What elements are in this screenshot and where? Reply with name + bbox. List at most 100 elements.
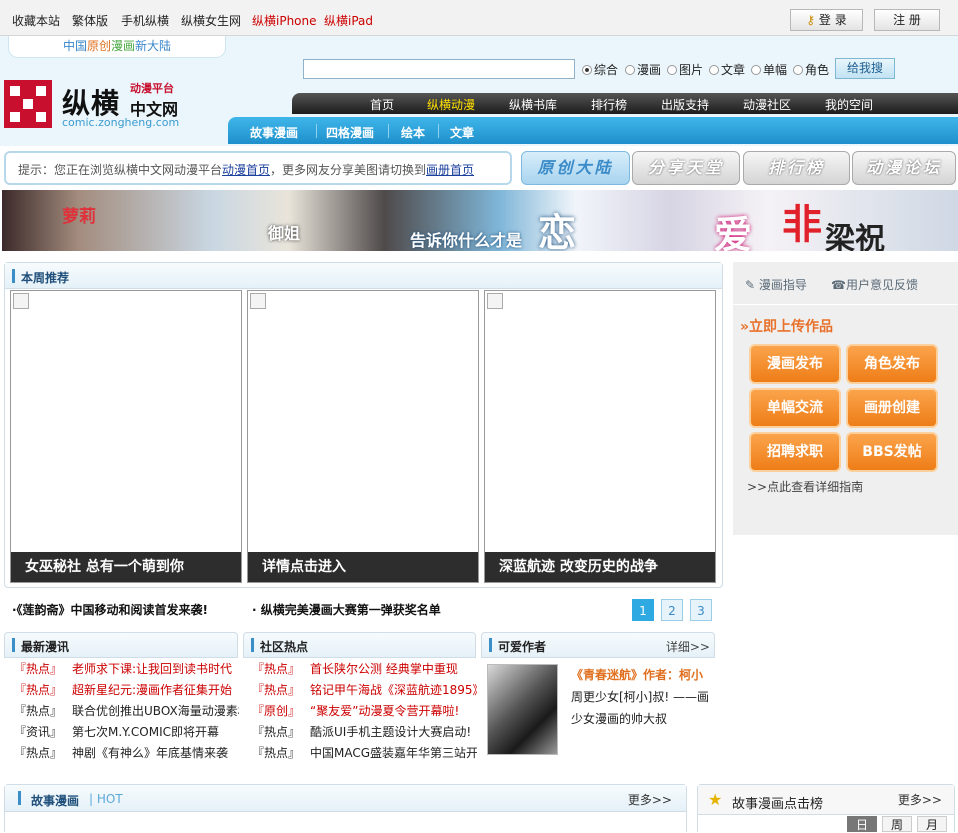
news-item-text: 老师求下课:让我回到读书时代 [72, 662, 233, 676]
news-item-text: 神剧《有神么》年底基情来袭 [72, 746, 229, 760]
search-button[interactable]: 给我搜 [835, 58, 895, 79]
community-item[interactable]: 『热点』 铭记甲午海战《深蓝航迹1895》 [252, 681, 477, 698]
radio-all[interactable]: 综合 [582, 61, 618, 78]
rank-tab-month[interactable]: 月 [917, 816, 947, 832]
nav-publish[interactable]: 出版支持 [661, 96, 709, 113]
community-item[interactable]: 『热点』 首长陕尔公测 经典掌中重现 [252, 660, 477, 677]
headline-2[interactable]: · 纵横完美漫画大赛第一弹获奖名单 [252, 601, 441, 618]
author-more-link[interactable]: 详细>> [666, 638, 710, 655]
community-item-tag: 『原创』 [252, 704, 301, 718]
story-hot-label: | HOT [89, 792, 123, 806]
radio-image[interactable]: 图片 [667, 61, 703, 78]
community-item-tag: 『热点』 [252, 746, 301, 760]
radio-article[interactable]: 文章 [709, 61, 745, 78]
news-item-tag: 『热点』 [14, 662, 63, 676]
page-1[interactable]: 1 [632, 599, 654, 621]
single-exchange-button[interactable]: 单幅交流 [749, 388, 841, 428]
album-home-link[interactable]: 画册首页 [426, 163, 474, 177]
pill-ranking[interactable]: 排行榜 [743, 151, 850, 185]
weekly-card-2[interactable]: 详情点击进入 [247, 290, 479, 583]
pill-share[interactable]: 分享天堂 [632, 151, 740, 185]
radio-comic[interactable]: 漫画 [625, 61, 661, 78]
news-item[interactable]: 『热点』 神剧《有神么》年底基情来袭 [14, 744, 239, 761]
community-item-tag: 『热点』 [252, 662, 301, 676]
nav-home[interactable]: 首页 [370, 96, 394, 113]
news-item-text: 第七次M.Y.COMIC即将开幕 [72, 725, 219, 739]
iphone-link[interactable]: 纵横iPhone [252, 12, 317, 29]
character-publish-button[interactable]: 角色发布 [846, 344, 938, 384]
subnav-article[interactable]: 文章 [450, 124, 474, 141]
logo-subtitle: 动漫平台 [130, 82, 174, 95]
rank-more-link[interactable]: 更多>> [898, 791, 942, 808]
weekly-card-3[interactable]: 深蓝航迹 改变历史的战争 [484, 290, 716, 583]
bbs-post-button[interactable]: BBS发帖 [846, 432, 938, 472]
rank-tab-day[interactable]: 日 [847, 816, 877, 832]
radio-single[interactable]: 单幅 [751, 61, 787, 78]
nav-library[interactable]: 纵横书库 [509, 96, 557, 113]
pill-original[interactable]: 原创大陆 [521, 151, 630, 185]
author-work-link[interactable]: 《青春迷航》作者：柯小 [571, 666, 703, 683]
subnav-story[interactable]: 故事漫画 [250, 124, 298, 141]
bookmark-link[interactable]: 收藏本站 [12, 12, 60, 29]
traditional-link[interactable]: 繁体版 [72, 12, 108, 29]
news-item[interactable]: 『热点』 联合优创推出UBOX海量动漫素材 [14, 702, 239, 719]
jobs-button[interactable]: 招聘求职 [749, 432, 841, 472]
pill-forum[interactable]: 动漫论坛 [852, 151, 956, 185]
tip-box: 提示：您正在浏览纵横中文网动漫平台动漫首页，更多网友分享美图请切换到画册首页 [4, 151, 512, 185]
community-item-text: 酷派UI手机主题设计大赛启动! [310, 725, 472, 739]
community-item-text: 中国MACG盛装嘉年华第三站开启 [310, 746, 477, 760]
album-create-button[interactable]: 画册创建 [846, 388, 938, 428]
news-item[interactable]: 『热点』 超新星纪元:漫画作者征集开始 [14, 681, 239, 698]
comic-publish-button[interactable]: 漫画发布 [749, 344, 841, 384]
logo-icon[interactable] [4, 80, 52, 128]
subnav-four-panel[interactable]: 四格漫画 [326, 124, 374, 141]
news-item-tag: 『热点』 [14, 704, 63, 718]
news-item-tag: 『热点』 [14, 683, 63, 697]
news-item-text: 联合优创推出UBOX海量动漫素材 [72, 704, 239, 718]
search-input[interactable] [303, 59, 575, 79]
detail-guide-link[interactable]: >>点此查看详细指南 [747, 478, 863, 495]
feedback-link[interactable]: ☎用户意见反馈 [831, 276, 918, 293]
image-placeholder-icon [487, 293, 503, 309]
community-item[interactable]: 『热点』 酷派UI手机主题设计大赛启动! [252, 723, 477, 740]
key-icon: ⚷ [806, 13, 816, 27]
author-desc-1: 周更少女[柯小]叔! ——画 [571, 690, 709, 704]
register-button[interactable]: 注 册 [874, 9, 940, 31]
radio-character[interactable]: 角色 [793, 61, 829, 78]
news-item[interactable]: 『热点』 老师求下课:让我回到读书时代 [14, 660, 239, 677]
news-item[interactable]: 『资讯』 第七次M.Y.COMIC即将开幕 [14, 723, 239, 740]
nav-myspace[interactable]: 我的空间 [825, 96, 873, 113]
author-avatar[interactable] [487, 664, 558, 755]
story-title: 故事漫画 [31, 794, 80, 808]
page-3[interactable]: 3 [690, 599, 712, 621]
girls-site-link[interactable]: 纵横女生网 [181, 12, 241, 29]
weekly-title: 本周推荐 [21, 271, 70, 285]
community-item[interactable]: 『原创』 “聚友爱”动漫夏令营开幕啦! [252, 702, 477, 719]
nav-community[interactable]: 动漫社区 [743, 96, 791, 113]
feedback-icon: ☎ [831, 278, 846, 292]
story-comic-section: 故事漫画 | HOT 更多>> [4, 784, 687, 832]
top-bar: 收藏本站 繁体版 手机纵横 纵横女生网 纵横iPhone 纵横iPad ⚷ 登 … [0, 0, 958, 36]
subnav-picture-book[interactable]: 绘本 [401, 124, 425, 141]
page-2[interactable]: 2 [661, 599, 683, 621]
rank-tab-week[interactable]: 周 [882, 816, 912, 832]
login-button[interactable]: ⚷ 登 录 [790, 9, 863, 31]
nav-ranking[interactable]: 排行榜 [591, 96, 627, 113]
community-item[interactable]: 『热点』 中国MACG盛装嘉年华第三站开启 [252, 744, 477, 761]
mobile-link[interactable]: 手机纵横 [121, 12, 169, 29]
ipad-link[interactable]: 纵横iPad [324, 12, 373, 29]
sub-nav: 故事漫画 四格漫画 绘本 文章 [228, 117, 958, 144]
weekly-card-1[interactable]: 女巫秘社 总有一个萌到你 [10, 290, 242, 583]
comic-home-link[interactable]: 动漫首页 [222, 163, 270, 177]
story-more-link[interactable]: 更多>> [628, 791, 672, 808]
news-title: 最新漫讯 [21, 640, 70, 654]
pencil-icon: ✎ [745, 278, 756, 292]
nav-comic[interactable]: 纵横动漫 [427, 96, 475, 113]
logo-url: comic.zongheng.com [62, 116, 180, 129]
news-item-tag: 『热点』 [14, 746, 63, 760]
guide-link[interactable]: ✎ 漫画指导 [745, 276, 807, 293]
star-icon: ★ [708, 790, 723, 809]
community-item-text: 铭记甲午海战《深蓝航迹1895》 [310, 683, 477, 697]
promo-banner[interactable]: 萝莉 御姐 告诉你什么才是 恋 爱 非 梁祝 [2, 190, 958, 251]
headline-1[interactable]: ·《莲韵斋》中国移动和阅读首发来袭! [12, 601, 208, 618]
